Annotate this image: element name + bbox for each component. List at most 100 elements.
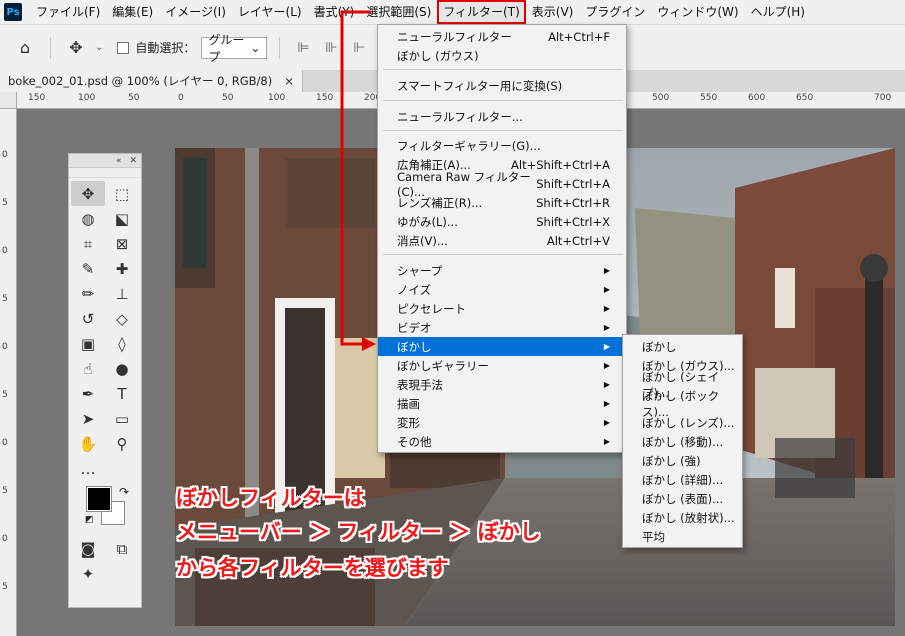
document-title: boke_002_01.psd @ 100% (レイヤー 0, RGB/8) bbox=[8, 74, 273, 88]
submenu-item-lens-blur[interactable]: ぼかし (レンズ)... bbox=[623, 413, 742, 432]
menu-item-neural-filters[interactable]: ニューラルフィルター... bbox=[378, 107, 626, 126]
menu-item-render[interactable]: 描画 ▶ bbox=[378, 394, 626, 413]
submenu-arrow-icon: ▶ bbox=[603, 323, 610, 332]
align-left-icon[interactable]: ⊫ bbox=[292, 40, 314, 56]
home-icon[interactable]: ⌂ bbox=[12, 38, 38, 57]
menu-item-distort[interactable]: 変形 ▶ bbox=[378, 413, 626, 432]
swap-colors-icon[interactable]: ↷ bbox=[119, 485, 129, 499]
auto-select-checkbox[interactable] bbox=[117, 41, 130, 54]
menu-item-noise[interactable]: ノイズ ▶ bbox=[378, 280, 626, 299]
brush-tool-icon[interactable]: ✏ bbox=[71, 281, 105, 306]
screen-mode-icon[interactable]: ⧉ bbox=[105, 536, 139, 561]
menu-edit[interactable]: 編集(E) bbox=[106, 0, 159, 24]
document-tab[interactable]: boke_002_01.psd @ 100% (レイヤー 0, RGB/8) × bbox=[0, 70, 303, 92]
foreground-color-swatch[interactable] bbox=[86, 486, 112, 512]
panel-header: « ✕ bbox=[69, 154, 141, 168]
menu-item-label: ニューラルフィルター... bbox=[397, 109, 523, 124]
more-tools-icon[interactable]: … bbox=[71, 456, 105, 481]
menu-item-label: 描画 bbox=[397, 396, 420, 411]
menu-filter[interactable]: フィルター(T) bbox=[437, 0, 526, 24]
menu-item-vanishing-point[interactable]: 消点(V)... Alt+Ctrl+V bbox=[378, 231, 626, 250]
align-center-icon[interactable]: ⊪ bbox=[320, 40, 342, 56]
panel-grip[interactable] bbox=[69, 168, 141, 178]
blur-tool-icon[interactable]: ◊ bbox=[105, 331, 139, 356]
auto-select-dropdown[interactable]: グループ ⌄ bbox=[201, 33, 268, 64]
submenu-item-average[interactable]: 平均 bbox=[623, 527, 742, 546]
menu-separator bbox=[383, 100, 623, 101]
menu-item-sharpen[interactable]: シャープ ▶ bbox=[378, 261, 626, 280]
menu-item-pixelate[interactable]: ピクセレート ▶ bbox=[378, 299, 626, 318]
menu-item-gaussian-blur-last[interactable]: ぼかし (ガウス) bbox=[378, 46, 626, 65]
menu-item-stylize[interactable]: 表現手法 ▶ bbox=[378, 375, 626, 394]
move-tool-icon[interactable]: ✥ bbox=[63, 38, 89, 57]
menu-item-camera-raw[interactable]: Camera Raw フィルター(C)... Shift+Ctrl+A bbox=[378, 170, 626, 199]
eyedropper-tool-icon[interactable]: ✎ bbox=[71, 256, 105, 281]
collapse-icon[interactable]: « bbox=[116, 156, 122, 166]
quick-mask-icon[interactable]: ◙ bbox=[71, 536, 105, 561]
menu-item-shortcut: Shift+Ctrl+R bbox=[536, 195, 610, 210]
default-colors-icon[interactable]: ◩ bbox=[85, 515, 94, 525]
menu-item-blur[interactable]: ぼかし ▶ bbox=[378, 337, 626, 356]
smudge-tool-icon[interactable]: ☝ bbox=[71, 356, 105, 381]
menu-plugins[interactable]: プラグイン bbox=[579, 0, 651, 24]
menu-help[interactable]: ヘルプ(H) bbox=[745, 0, 811, 24]
submenu-item-box-blur[interactable]: ぼかし (ボックス)... bbox=[623, 389, 742, 419]
marquee-tool-icon[interactable]: ⬚ bbox=[105, 181, 139, 206]
move-tool-icon[interactable]: ✥ bbox=[71, 181, 105, 206]
dodge-tool-icon[interactable]: ● bbox=[105, 356, 139, 381]
close-icon[interactable]: ✕ bbox=[129, 156, 137, 166]
menu-window[interactable]: ウィンドウ(W) bbox=[651, 0, 744, 24]
type-tool-icon[interactable]: T bbox=[105, 381, 139, 406]
menu-item-neural-filter[interactable]: ニューラルフィルター Alt+Ctrl+F bbox=[378, 27, 626, 46]
color-swatches: ↷ ◩ bbox=[69, 485, 141, 533]
path-selection-tool-icon[interactable]: ➤ bbox=[71, 406, 105, 431]
menu-item-other[interactable]: その他 ▶ bbox=[378, 432, 626, 451]
caption-line-3: から各フィルターを選びます bbox=[176, 556, 449, 580]
menu-file[interactable]: ファイル(F) bbox=[30, 0, 106, 24]
submenu-item-motion-blur[interactable]: ぼかし (移動)... bbox=[623, 432, 742, 451]
menu-item-liquify[interactable]: ゆがみ(L)... Shift+Ctrl+X bbox=[378, 212, 626, 231]
frame-tool-icon[interactable]: ⊠ bbox=[105, 231, 139, 256]
pen-tool-icon[interactable]: ✒ bbox=[71, 381, 105, 406]
ruler-label: 100 bbox=[268, 93, 286, 103]
submenu-item-surface-blur[interactable]: ぼかし (表面)... bbox=[623, 489, 742, 508]
healing-brush-tool-icon[interactable]: ✚ bbox=[105, 256, 139, 281]
menu-layer[interactable]: レイヤー(L) bbox=[232, 0, 308, 24]
submenu-item-blur[interactable]: ぼかし bbox=[623, 337, 742, 356]
gradient-tool-icon[interactable]: ▣ bbox=[71, 331, 105, 356]
menu-image[interactable]: イメージ(I) bbox=[159, 0, 232, 24]
align-right-icon[interactable]: ⊩ bbox=[348, 40, 370, 56]
rectangle-tool-icon[interactable]: ▭ bbox=[105, 406, 139, 431]
zoom-tool-icon[interactable]: ⚲ bbox=[105, 431, 139, 456]
submenu-item-radial-blur[interactable]: ぼかし (放射状)... bbox=[623, 508, 742, 527]
quick-selection-tool-icon[interactable]: ◍ bbox=[71, 206, 105, 231]
crop-tool-icon[interactable]: ⌗ bbox=[71, 231, 105, 256]
stamp-tool-icon[interactable]: ⊥ bbox=[105, 281, 139, 306]
menu-view[interactable]: 表示(V) bbox=[526, 0, 580, 24]
ruler-label: 0 bbox=[2, 534, 8, 544]
menu-item-label: シャープ bbox=[397, 263, 443, 278]
submenu-item-smart-blur[interactable]: ぼかし (詳細)... bbox=[623, 470, 742, 489]
menu-item-convert-smart-filter[interactable]: スマートフィルター用に変換(S) bbox=[378, 76, 626, 95]
ruler-label: 5 bbox=[2, 294, 8, 304]
object-selection-tool-icon[interactable]: ⬕ bbox=[105, 206, 139, 231]
menu-type[interactable]: 書式(Y) bbox=[308, 0, 361, 24]
menu-item-blur-gallery[interactable]: ぼかしギャラリー ▶ bbox=[378, 356, 626, 375]
menu-item-filter-gallery[interactable]: フィルターギャラリー(G)... bbox=[378, 136, 626, 155]
generative-fill-icon[interactable]: ✦ bbox=[71, 561, 105, 586]
chevron-down-icon: ⌄ bbox=[250, 40, 261, 55]
filter-dropdown-menu: ニューラルフィルター Alt+Ctrl+F ぼかし (ガウス) スマートフィルター… bbox=[377, 24, 627, 453]
ruler-corner bbox=[0, 92, 17, 109]
menu-select[interactable]: 選択範囲(S) bbox=[360, 0, 437, 24]
submenu-item-blur-more[interactable]: ぼかし (強) bbox=[623, 451, 742, 470]
menu-item-label: 変形 bbox=[397, 415, 420, 430]
menu-bar: Ps ファイル(F) 編集(E) イメージ(I) レイヤー(L) 書式(Y) 選… bbox=[0, 0, 905, 24]
menu-item-video[interactable]: ビデオ ▶ bbox=[378, 318, 626, 337]
ruler-label: 550 bbox=[700, 93, 718, 103]
menu-item-lens-correction[interactable]: レンズ補正(R)... Shift+Ctrl+R bbox=[378, 193, 626, 212]
close-icon[interactable]: × bbox=[284, 74, 294, 88]
chevron-down-icon[interactable]: ⌄ bbox=[95, 42, 103, 53]
hand-tool-icon[interactable]: ✋ bbox=[71, 431, 105, 456]
history-brush-tool-icon[interactable]: ↺ bbox=[71, 306, 105, 331]
eraser-tool-icon[interactable]: ◇ bbox=[105, 306, 139, 331]
